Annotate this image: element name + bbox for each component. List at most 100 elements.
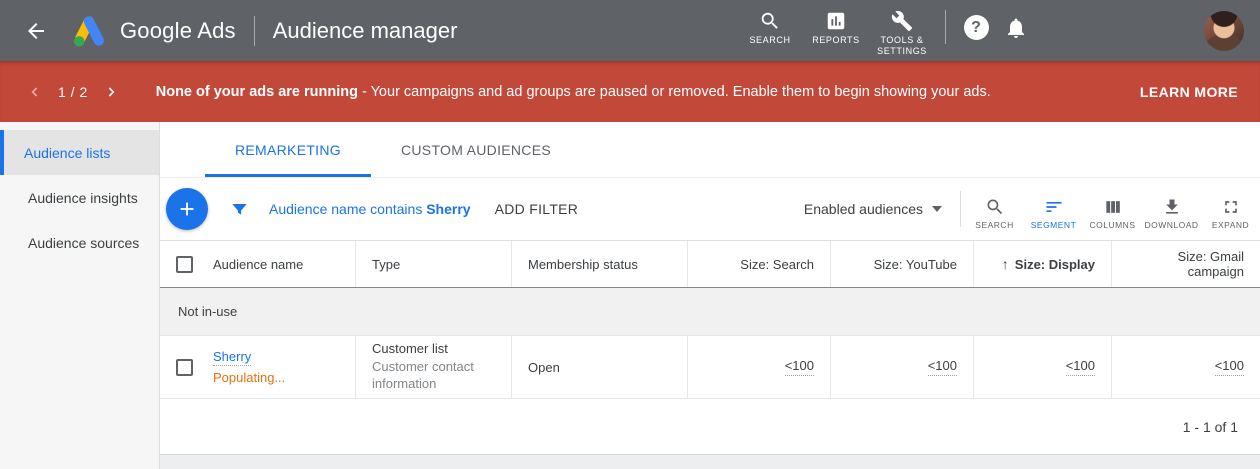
learn-more-button[interactable]: LEARN MORE bbox=[1140, 84, 1238, 100]
tab-remarketing[interactable]: REMARKETING bbox=[205, 122, 371, 177]
notifications-button[interactable] bbox=[996, 8, 1036, 48]
size-youtube-value: <100 bbox=[928, 358, 957, 376]
segment-label: SEGMENT bbox=[1031, 220, 1077, 230]
banner-next-icon[interactable] bbox=[98, 79, 124, 105]
table-search-button[interactable]: SEARCH bbox=[965, 189, 1024, 230]
size-search-value: <100 bbox=[785, 358, 814, 376]
banner-headline: None of your ads are running bbox=[156, 84, 358, 100]
column-header-size-display[interactable]: ↑ Size: Display bbox=[974, 241, 1112, 287]
header-reports-label: REPORTS bbox=[812, 35, 860, 46]
size-gmail-cell: <100 bbox=[1112, 336, 1260, 398]
add-audience-button[interactable] bbox=[166, 188, 208, 230]
columns-button[interactable]: COLUMNS bbox=[1083, 189, 1142, 230]
header-tools-settings-button[interactable]: TOOLS & SETTINGS bbox=[869, 4, 935, 58]
page-background-strip bbox=[160, 455, 1260, 469]
page-body: Audience lists Audience insights Audienc… bbox=[0, 122, 1260, 469]
type-detail: Customer contact information bbox=[372, 359, 495, 393]
sort-ascending-icon: ↑ bbox=[1002, 256, 1009, 272]
table-search-label: SEARCH bbox=[975, 220, 1013, 230]
expand-button[interactable]: EXPAND bbox=[1201, 189, 1260, 230]
expand-icon bbox=[1221, 197, 1241, 217]
search-icon bbox=[985, 197, 1005, 217]
columns-icon bbox=[1103, 197, 1123, 217]
sidebar-item-audience-sources[interactable]: Audience sources bbox=[0, 220, 159, 265]
download-label: DOWNLOAD bbox=[1144, 220, 1198, 230]
back-arrow-icon[interactable] bbox=[18, 13, 54, 49]
help-button[interactable]: ? bbox=[956, 8, 996, 48]
size-display-cell: <100 bbox=[974, 336, 1112, 398]
banner-message: None of your ads are running - Your camp… bbox=[156, 84, 991, 100]
column-header-size-youtube[interactable]: Size: YouTube bbox=[831, 241, 974, 287]
select-all-checkbox[interactable] bbox=[176, 256, 193, 273]
header-actions: SEARCH REPORTS TOOLS & SETTINGS ? bbox=[737, 4, 1036, 58]
column-header-type[interactable]: Type bbox=[356, 241, 512, 287]
size-display-value: <100 bbox=[1066, 358, 1095, 376]
user-avatar[interactable] bbox=[1204, 11, 1244, 51]
pagination-label: 1 - 1 of 1 bbox=[1183, 419, 1238, 435]
sidebar-item-audience-lists[interactable]: Audience lists bbox=[0, 130, 159, 175]
membership-status-cell: Open bbox=[512, 336, 688, 398]
main-content: REMARKETING CUSTOM AUDIENCES Audience na… bbox=[160, 122, 1260, 469]
top-app-bar: Google Ads Audience manager SEARCH REPOR… bbox=[0, 0, 1260, 61]
table-toolbar: Audience name contains Sherry ADD FILTER… bbox=[160, 178, 1260, 240]
brand-name: Google Ads bbox=[120, 18, 236, 44]
header-actions-divider bbox=[945, 10, 946, 44]
banner-pager: 1 / 2 bbox=[58, 84, 88, 100]
header-search-button[interactable]: SEARCH bbox=[737, 4, 803, 46]
segment-button[interactable]: SEGMENT bbox=[1024, 189, 1083, 230]
row-checkbox[interactable] bbox=[176, 359, 193, 376]
header-tools-settings-label: TOOLS & SETTINGS bbox=[869, 35, 935, 58]
segment-icon bbox=[1044, 197, 1064, 217]
table-row: Sherry Populating... Customer list Custo… bbox=[160, 336, 1260, 399]
header-search-label: SEARCH bbox=[749, 35, 790, 46]
tab-custom-audiences[interactable]: CUSTOM AUDIENCES bbox=[371, 122, 581, 177]
audience-state-value: Enabled audiences bbox=[804, 201, 923, 217]
group-row-not-in-use: Not in-use bbox=[160, 288, 1260, 336]
column-header-membership-status[interactable]: Membership status bbox=[512, 241, 688, 287]
size-gmail-value: <100 bbox=[1215, 358, 1244, 376]
help-icon: ? bbox=[964, 15, 989, 40]
columns-label: COLUMNS bbox=[1089, 220, 1135, 230]
populating-status: Populating... bbox=[213, 370, 285, 385]
page-title: Audience manager bbox=[273, 18, 458, 44]
plus-icon bbox=[176, 198, 198, 220]
add-filter-button[interactable]: ADD FILTER bbox=[495, 201, 579, 217]
expand-label: EXPAND bbox=[1212, 220, 1249, 230]
audience-name-link[interactable]: Sherry bbox=[213, 349, 251, 366]
column-header-audience-name[interactable]: Audience name bbox=[160, 241, 356, 287]
type-value: Customer list bbox=[372, 341, 495, 358]
column-header-size-search[interactable]: Size: Search bbox=[688, 241, 831, 287]
toolbar-right: Enabled audiences SEARCH SEGMENT C bbox=[804, 189, 1260, 230]
banner-detail: - Your campaigns and ad groups are pause… bbox=[362, 84, 991, 100]
size-display-header-label: Size: Display bbox=[1015, 257, 1095, 272]
audience-state-dropdown[interactable]: Enabled audiences bbox=[804, 201, 942, 217]
chevron-down-icon bbox=[932, 206, 942, 212]
header-reports-button[interactable]: REPORTS bbox=[803, 4, 869, 46]
sidebar-item-audience-insights[interactable]: Audience insights bbox=[0, 175, 159, 220]
bell-icon bbox=[1004, 16, 1028, 40]
google-ads-logo-icon bbox=[70, 13, 108, 49]
download-button[interactable]: DOWNLOAD bbox=[1142, 189, 1201, 230]
table-header-row: Audience name Type Membership status Siz… bbox=[160, 240, 1260, 288]
google-ads-app: Google Ads Audience manager SEARCH REPOR… bbox=[0, 0, 1260, 469]
audience-name-cell: Sherry Populating... bbox=[160, 336, 356, 398]
size-search-cell: <100 bbox=[688, 336, 831, 398]
search-icon bbox=[759, 10, 781, 32]
wrench-icon bbox=[891, 10, 913, 32]
table-footer: 1 - 1 of 1 bbox=[160, 399, 1260, 455]
header-divider bbox=[254, 16, 255, 46]
toolbar-divider bbox=[960, 191, 961, 227]
left-sidebar: Audience lists Audience insights Audienc… bbox=[0, 122, 160, 469]
type-cell: Customer list Customer contact informati… bbox=[356, 336, 512, 398]
filter-prefix: Audience name contains bbox=[269, 201, 422, 217]
column-header-size-gmail[interactable]: Size: Gmail campaign bbox=[1112, 241, 1260, 287]
audience-name-header-label: Audience name bbox=[213, 257, 303, 272]
size-youtube-cell: <100 bbox=[831, 336, 974, 398]
filter-funnel-icon bbox=[230, 200, 249, 219]
active-filter-chip[interactable]: Audience name contains Sherry bbox=[269, 201, 471, 217]
tab-bar: REMARKETING CUSTOM AUDIENCES bbox=[160, 122, 1260, 178]
banner-prev-icon[interactable] bbox=[22, 79, 48, 105]
download-icon bbox=[1162, 197, 1182, 217]
reports-icon bbox=[825, 10, 847, 32]
notification-banner: 1 / 2 None of your ads are running - You… bbox=[0, 61, 1260, 122]
